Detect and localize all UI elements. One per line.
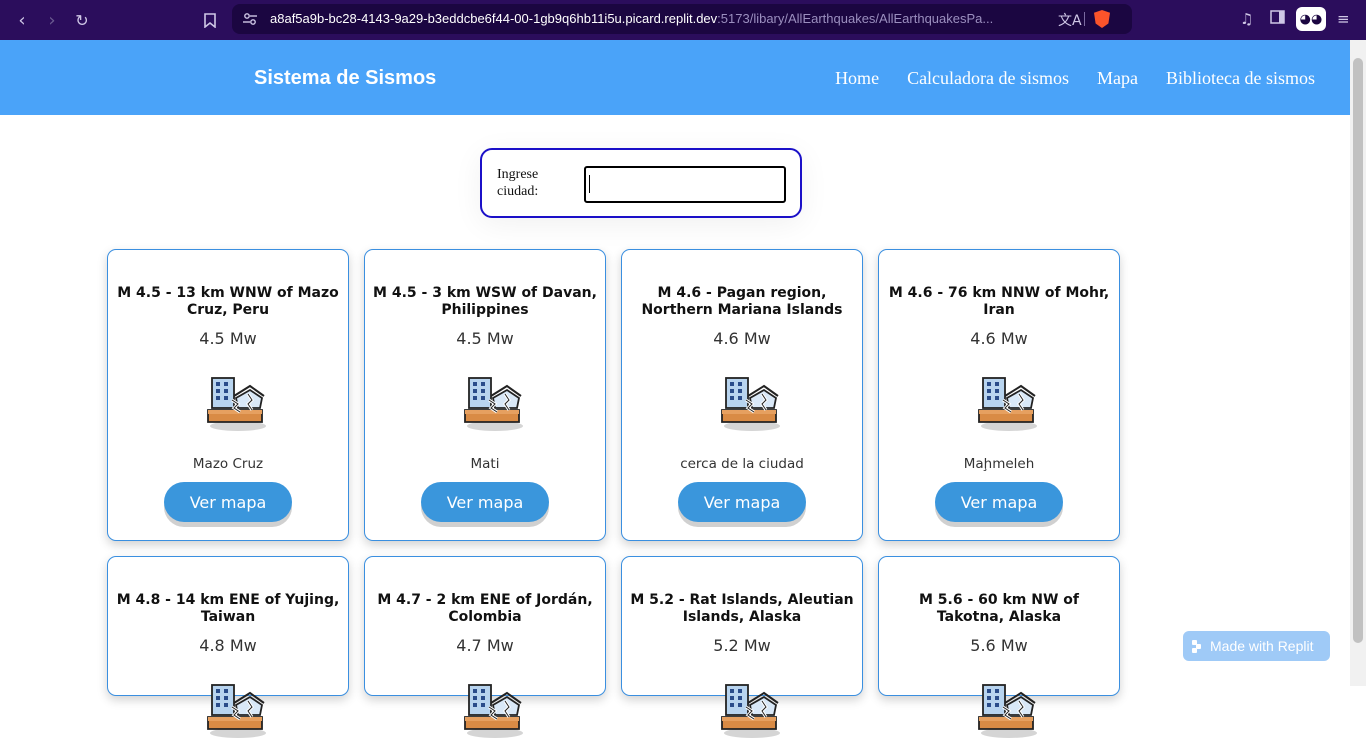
earthquake-card: M 5.6 - 60 km NW of Takotna, Alaska 5.6 … bbox=[878, 556, 1120, 696]
forward-icon[interactable]: › bbox=[40, 8, 64, 32]
reload-icon[interactable]: ↻ bbox=[70, 8, 94, 32]
earthquake-card: M 4.7 - 2 km ENE of Jordán, Colombia 4.7… bbox=[364, 556, 606, 696]
card-title: M 4.8 - 14 km ENE of Yujing, Taiwan bbox=[116, 592, 340, 625]
card-magnitude: 4.6 Mw bbox=[970, 329, 1028, 348]
ver-mapa-button[interactable]: Ver mapa bbox=[421, 482, 549, 522]
earthquake-card: M 5.2 - Rat Islands, Aleutian Islands, A… bbox=[621, 556, 863, 696]
url-host: a8af5a9b-bc28-4143-9a29-b3eddcbe6f44-00-… bbox=[270, 11, 718, 26]
bookmark-icon[interactable] bbox=[198, 8, 222, 32]
browser-toolbar: ‹ › ↻ a8af5a9b-bc28-4143-9a29-b3eddcbe6f… bbox=[0, 0, 1366, 40]
card-magnitude: 4.5 Mw bbox=[456, 329, 514, 348]
card-title: M 4.5 - 13 km WNW of Mazo Cruz, Peru bbox=[117, 285, 339, 318]
earthquake-card: M 4.5 - 3 km WSW of Davan, Philippines 4… bbox=[364, 249, 606, 541]
earthquake-building-icon bbox=[461, 681, 523, 739]
earthquake-building-icon bbox=[204, 374, 266, 432]
ver-mapa-button[interactable]: Ver mapa bbox=[935, 482, 1063, 522]
card-title: M 5.2 - Rat Islands, Aleutian Islands, A… bbox=[630, 592, 854, 625]
address-bar[interactable]: a8af5a9b-bc28-4143-9a29-b3eddcbe6f44-00-… bbox=[232, 4, 1132, 34]
card-title: M 4.6 - 76 km NNW of Mohr, Iran bbox=[888, 285, 1110, 318]
earthquake-building-icon bbox=[461, 374, 523, 432]
card-magnitude: 4.8 Mw bbox=[199, 636, 257, 655]
earthquake-building-icon bbox=[204, 681, 266, 739]
search-label: Ingrese ciudad: bbox=[497, 167, 539, 199]
main-nav: Home Calculadora de sismos Mapa Bibliote… bbox=[835, 68, 1315, 89]
card-magnitude: 5.6 Mw bbox=[970, 636, 1028, 655]
nav-home[interactable]: Home bbox=[835, 68, 879, 89]
earthquake-building-icon bbox=[718, 374, 780, 432]
text-caret bbox=[589, 175, 590, 193]
page-scrollbar[interactable] bbox=[1350, 40, 1366, 686]
card-place: Mazo Cruz bbox=[192, 456, 264, 472]
replit-logo-icon bbox=[1192, 640, 1204, 653]
city-search-box: Ingrese ciudad: bbox=[480, 148, 802, 218]
earthquake-card: M 4.6 - Pagan region, Northern Mariana I… bbox=[621, 249, 863, 541]
ver-mapa-button[interactable]: Ver mapa bbox=[678, 482, 806, 522]
app-header: Sistema de Sismos Home Calculadora de si… bbox=[0, 40, 1350, 115]
sidebar-icon[interactable] bbox=[1270, 10, 1285, 28]
card-title: M 4.6 - Pagan region, Northern Mariana I… bbox=[641, 285, 843, 318]
media-icon[interactable]: ♫ bbox=[1240, 10, 1253, 28]
card-place: Maḩmeleh bbox=[963, 456, 1035, 472]
ver-mapa-button[interactable]: Ver mapa bbox=[164, 482, 292, 522]
card-place: cerca de la ciudad bbox=[680, 456, 804, 472]
made-with-replit-badge[interactable]: Made with Replit bbox=[1183, 631, 1330, 661]
card-magnitude: 4.5 Mw bbox=[199, 329, 257, 348]
earthquake-building-icon bbox=[718, 681, 780, 739]
nav-mapa[interactable]: Mapa bbox=[1097, 68, 1138, 89]
brave-shields-icon[interactable] bbox=[1094, 10, 1110, 28]
earthquake-card: M 4.5 - 13 km WNW of Mazo Cruz, Peru 4.5… bbox=[107, 249, 349, 541]
card-title: M 4.7 - 2 km ENE of Jordán, Colombia bbox=[377, 592, 593, 625]
nav-biblioteca[interactable]: Biblioteca de sismos bbox=[1166, 68, 1315, 89]
card-place: Mati bbox=[470, 456, 500, 472]
url-path: :5173/libary/AllEarthquakes/AllEarthquak… bbox=[717, 11, 994, 26]
translate-icon[interactable]: 文A bbox=[1058, 10, 1082, 30]
earthquake-card: M 4.8 - 14 km ENE of Yujing, Taiwan 4.8 … bbox=[107, 556, 349, 696]
earthquake-card: M 4.6 - 76 km NNW of Mohr, Iran 4.6 Mw M… bbox=[878, 249, 1120, 541]
url-text: a8af5a9b-bc28-4143-9a29-b3eddcbe6f44-00-… bbox=[270, 11, 1045, 26]
brand-title[interactable]: Sistema de Sismos bbox=[254, 67, 436, 90]
badge-label: Made with Replit bbox=[1210, 638, 1314, 654]
back-icon[interactable]: ‹ bbox=[10, 8, 34, 32]
earthquake-building-icon bbox=[975, 374, 1037, 432]
city-search-input[interactable] bbox=[584, 166, 786, 203]
separator bbox=[1084, 12, 1085, 26]
card-title: M 4.5 - 3 km WSW of Davan, Philippines bbox=[373, 285, 597, 318]
scroll-thumb[interactable] bbox=[1353, 58, 1363, 643]
card-title: M 5.6 - 60 km NW of Takotna, Alaska bbox=[918, 592, 1080, 625]
nav-calculadora[interactable]: Calculadora de sismos bbox=[907, 68, 1069, 89]
menu-icon[interactable]: ≡ bbox=[1337, 10, 1350, 28]
earthquake-building-icon bbox=[975, 681, 1037, 739]
card-magnitude: 4.6 Mw bbox=[713, 329, 771, 348]
card-magnitude: 5.2 Mw bbox=[713, 636, 771, 655]
site-settings-icon[interactable] bbox=[242, 11, 258, 27]
card-magnitude: 4.7 Mw bbox=[456, 636, 514, 655]
private-glasses-icon[interactable]: ◕◕ bbox=[1296, 7, 1326, 31]
